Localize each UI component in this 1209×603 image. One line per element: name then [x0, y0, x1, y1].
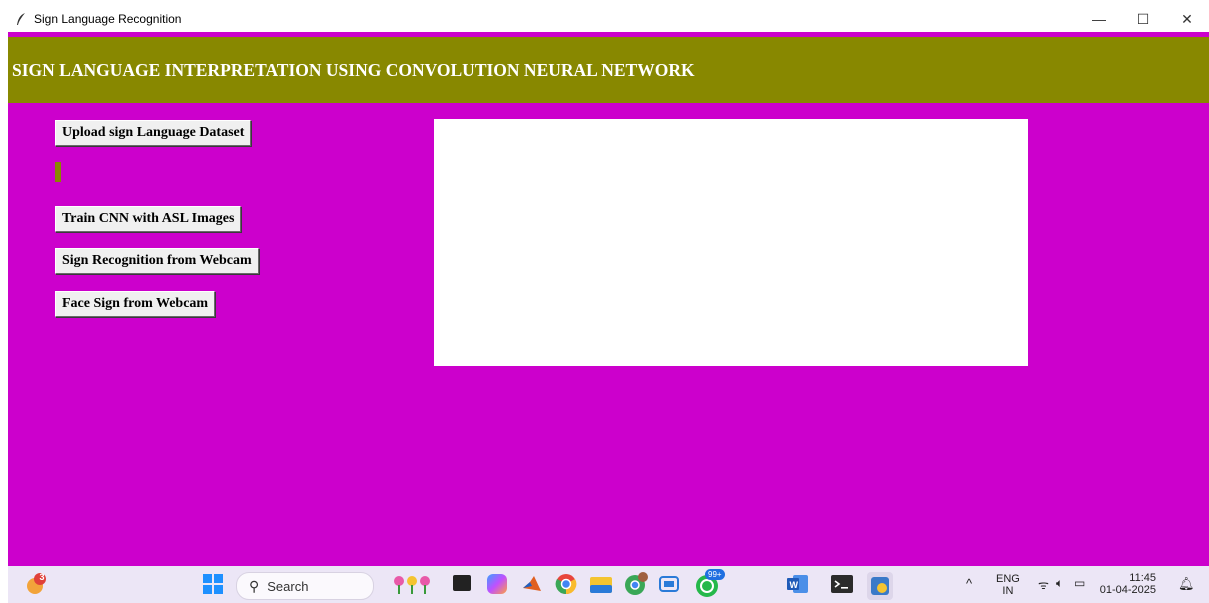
close-button[interactable]: ✕ [1165, 6, 1209, 32]
window-titlebar: Sign Language Recognition — ☐ ✕ [8, 6, 1209, 32]
taskbar-search[interactable]: ⚲ Search [236, 572, 374, 600]
task-view-icon[interactable] [453, 575, 471, 591]
battery-icon[interactable]: ▭ [1074, 576, 1085, 590]
feather-icon [14, 12, 28, 26]
photos-icon[interactable] [659, 574, 679, 594]
maximize-button[interactable]: ☐ [1121, 6, 1165, 32]
svg-text:W: W [790, 580, 799, 590]
train-cnn-button[interactable]: Train CNN with ASL Images [55, 206, 242, 232]
widgets-icon[interactable] [391, 572, 435, 596]
matlab-icon[interactable] [522, 574, 542, 594]
clock[interactable]: 11:45 01-04-2025 [1096, 572, 1156, 596]
notification-count: 3 [39, 572, 45, 582]
search-icon: ⚲ [249, 577, 260, 594]
sign-recognition-webcam-button[interactable]: Sign Recognition from Webcam [55, 248, 259, 274]
app-client-area: SIGN LANGUAGE INTERPRETATION USING CONVO… [8, 32, 1209, 566]
upload-dataset-button[interactable]: Upload sign Language Dataset [55, 120, 252, 146]
notification-icon[interactable]: 🔔︎ [1178, 576, 1195, 592]
header-band: SIGN LANGUAGE INTERPRETATION USING CONVO… [8, 37, 1209, 103]
volume-icon[interactable]: 🔈︎ [1056, 576, 1063, 591]
terminal-icon[interactable] [831, 574, 853, 594]
chrome-profile-icon[interactable] [624, 572, 648, 596]
word-icon[interactable]: W [787, 574, 809, 594]
dataset-path-label [55, 162, 61, 182]
taskbar: 3 ⚲ Search 99+ W ^ ENG IN ᯤ 🔈︎ ▭ 11:45 0… [8, 566, 1209, 603]
page-title: SIGN LANGUAGE INTERPRETATION USING CONVO… [12, 59, 695, 80]
whatsapp-badge: 99+ [705, 569, 725, 580]
minimize-button[interactable]: — [1077, 6, 1121, 32]
clock-time: 11:45 [1129, 572, 1156, 584]
file-explorer-icon[interactable] [590, 574, 612, 594]
region-code: IN [1002, 585, 1014, 597]
language-code: ENG [996, 573, 1020, 585]
window-title: Sign Language Recognition [34, 12, 182, 26]
chrome-icon[interactable] [555, 573, 577, 595]
search-placeholder: Search [267, 578, 309, 594]
language-indicator[interactable]: ENG IN [996, 573, 1020, 597]
python-idle-icon[interactable] [867, 572, 893, 600]
weather-icon[interactable]: 3 [24, 572, 48, 596]
clock-date: 01-04-2025 [1099, 584, 1156, 596]
face-sign-webcam-button[interactable]: Face Sign from Webcam [55, 291, 216, 317]
start-icon[interactable] [203, 574, 223, 594]
wifi-icon[interactable]: ᯤ [1038, 576, 1049, 593]
copilot-icon[interactable] [487, 574, 507, 594]
whatsapp-icon[interactable]: 99+ [691, 569, 727, 599]
chevron-up-icon[interactable]: ^ [966, 576, 972, 591]
output-text-area[interactable] [434, 119, 1028, 366]
